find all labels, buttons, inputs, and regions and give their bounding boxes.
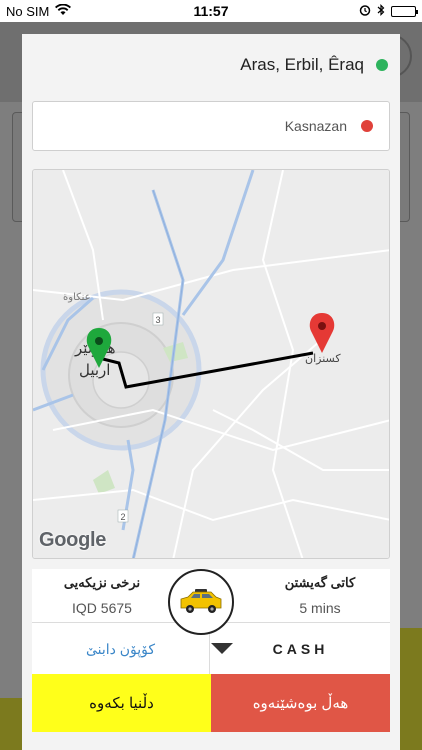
alarm-icon bbox=[359, 4, 371, 19]
map-canvas: 3 2 عنكاوة هەولێر اربيل كسنزان bbox=[33, 170, 389, 558]
background-side-tab bbox=[400, 628, 422, 698]
map-label-arbil: اربيل bbox=[79, 361, 110, 379]
status-right bbox=[359, 4, 418, 19]
payment-method-label: CASH bbox=[272, 641, 329, 657]
origin-dot-icon bbox=[376, 59, 388, 71]
destination-label: Kasnazan bbox=[284, 118, 347, 134]
status-bar: No SIM 11:57 bbox=[0, 0, 422, 22]
confirm-button[interactable]: دڵنیا بکەوە bbox=[32, 674, 211, 732]
map-road-3-label: 3 bbox=[155, 315, 160, 325]
destination-dot-icon bbox=[361, 120, 373, 132]
battery-icon bbox=[391, 6, 418, 17]
origin-label: Aras, Erbil, Êraq bbox=[240, 55, 364, 74]
cancel-button[interactable]: هەڵ بوەشێنەوە bbox=[211, 674, 390, 732]
coupon-button[interactable]: کۆپۆن دابنێ bbox=[32, 623, 210, 675]
trip-confirmation-dialog: Aras, Erbil, Êraq Kasnazan 3 2 عنكاوة ار… bbox=[22, 34, 400, 750]
google-logo: Google bbox=[39, 529, 107, 551]
bluetooth-icon bbox=[377, 4, 385, 19]
arrival-column: کاتی گەیشتن 5 mins bbox=[250, 569, 390, 622]
vehicle-type-badge[interactable] bbox=[168, 569, 234, 635]
payment-method-selector[interactable]: CASH bbox=[211, 623, 390, 675]
chevron-down-icon bbox=[211, 643, 233, 654]
price-value: IQD 5675 bbox=[72, 600, 132, 616]
taxi-icon bbox=[180, 589, 222, 613]
route-map[interactable]: 3 2 عنكاوة هەولێر اربيل كسنزان Google bbox=[32, 169, 390, 559]
map-road-2-label: 2 bbox=[120, 512, 125, 522]
origin-row: Aras, Erbil, Êraq bbox=[34, 46, 388, 84]
arrival-title: کاتی گەیشتن bbox=[284, 575, 356, 590]
map-label-ankawa: عنكاوة bbox=[63, 292, 91, 303]
arrival-value: 5 mins bbox=[299, 600, 341, 616]
destination-field[interactable]: Kasnazan bbox=[32, 101, 390, 151]
price-title: نرخی نزیکەیی bbox=[63, 575, 141, 590]
price-column: نرخی نزیکەیی IQD 5675 bbox=[32, 569, 172, 622]
